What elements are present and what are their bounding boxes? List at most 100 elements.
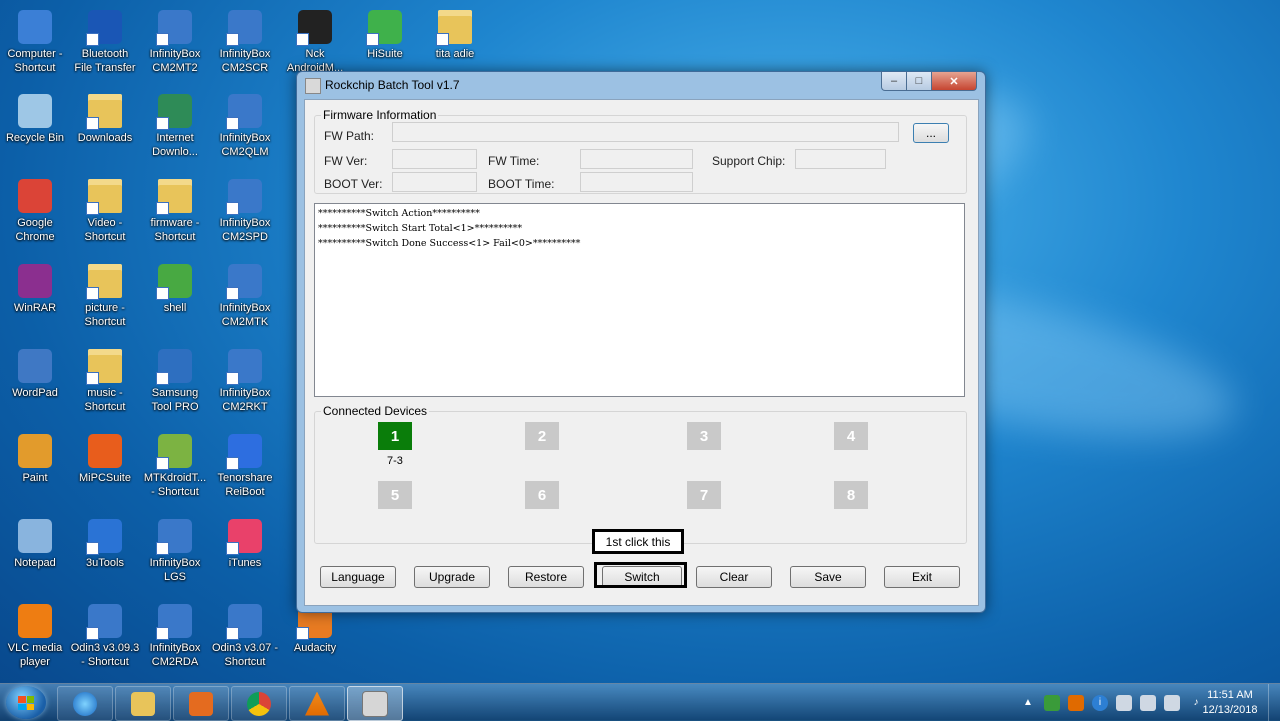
fw-path-field[interactable] — [392, 122, 899, 142]
desktop-icon-label: Odin3 v3.09.3 - Shortcut — [70, 642, 140, 668]
shell-icon — [156, 264, 192, 300]
restore-button[interactable]: Restore — [508, 566, 584, 588]
infinitybox-icon — [156, 604, 192, 640]
desktop-icon-label: music - Shortcut — [84, 387, 126, 413]
internet-explorer-icon[interactable] — [57, 686, 113, 721]
desktop-icon-label: InfinityBox CM2SCR — [219, 48, 271, 74]
desktop-icon[interactable]: InfinityBox CM2MTK — [210, 262, 280, 346]
vlc-icon[interactable] — [289, 686, 345, 721]
desktop-icon[interactable]: InfinityBox CM2RDA — [140, 602, 210, 686]
desktop-icon[interactable]: music - Shortcut — [70, 347, 140, 431]
folder-icon — [156, 179, 192, 215]
desktop-icon[interactable]: Notepad — [0, 517, 70, 601]
desktop-icon[interactable]: WordPad — [0, 347, 70, 431]
desktop-icon[interactable]: shell — [140, 262, 210, 346]
desktop-icon[interactable]: Computer - Shortcut — [0, 8, 70, 92]
device-slot-4: 4 — [834, 422, 868, 450]
vlc-tray-icon[interactable] — [1068, 694, 1084, 711]
vlc-icon — [18, 604, 52, 638]
desktop-icon-label: picture - Shortcut — [84, 302, 126, 328]
boot-time-field — [580, 172, 693, 192]
desktop-icon[interactable]: WinRAR — [0, 262, 70, 346]
desktop-icon-label: Video - Shortcut — [84, 217, 126, 243]
clear-button[interactable]: Clear — [696, 566, 772, 588]
show-hidden-icons-icon[interactable]: ▲ — [1020, 695, 1036, 711]
desktop-icon[interactable]: Video - Shortcut — [70, 177, 140, 261]
desktop-icon-label: Recycle Bin — [5, 132, 65, 144]
maximize-button[interactable]: □ — [906, 72, 932, 91]
desktop-icon-label: firmware - Shortcut — [150, 217, 200, 243]
desktop-icon-label: Computer - Shortcut — [7, 48, 63, 74]
desktop-icon[interactable]: Odin3 v3.09.3 - Shortcut — [70, 602, 140, 686]
desktop-icon[interactable]: Downloads — [70, 92, 140, 176]
desktop-icon[interactable]: firmware - Shortcut — [140, 177, 210, 261]
info-icon[interactable]: i — [1092, 694, 1108, 711]
rockchip-batch-tool-icon[interactable] — [347, 686, 403, 721]
title-bar[interactable]: Rockchip Batch Tool v1.7 – □ ✕ — [297, 72, 985, 98]
exit-button[interactable]: Exit — [884, 566, 960, 588]
odin-icon — [226, 604, 262, 640]
show-desktop-button[interactable] — [1268, 684, 1280, 721]
chrome-icon[interactable] — [231, 686, 287, 721]
desktop-icon-label: Samsung Tool PRO — [151, 387, 199, 413]
file-explorer-icon[interactable] — [115, 686, 171, 721]
media-player-icon[interactable] — [173, 686, 229, 721]
desktop-icon[interactable]: InfinityBox CM2SCR — [210, 8, 280, 92]
annotation-label: 1st click this — [592, 529, 684, 554]
desktop-icon[interactable]: Odin3 v3.07 - Shortcut — [210, 602, 280, 686]
desktop-icon[interactable]: picture - Shortcut — [70, 262, 140, 346]
desktop-icon[interactable]: Paint — [0, 432, 70, 516]
desktop-icon[interactable]: Bluetooth File Transfer — [70, 8, 140, 92]
save-button[interactable]: Save — [790, 566, 866, 588]
winrar-icon — [18, 264, 52, 298]
desktop-icon-label: Tenorshare ReiBoot — [217, 472, 273, 498]
browse-button[interactable]: ... — [913, 123, 949, 143]
desktop-icon[interactable]: MTKdroidT... - Shortcut — [140, 432, 210, 516]
fw-path-label: FW Path: — [324, 129, 375, 143]
clock[interactable]: 11:51 AM 12/13/2018 — [1198, 688, 1262, 718]
desktop-icon-label: WordPad — [12, 387, 58, 399]
action-center-icon[interactable] — [1044, 694, 1060, 711]
desktop-icon[interactable]: InfinityBox CM2SPD — [210, 177, 280, 261]
desktop-icon[interactable]: iTunes — [210, 517, 280, 601]
folder-icon — [86, 349, 122, 385]
desktop-icon[interactable]: Audacity — [280, 602, 350, 686]
folder-icon — [86, 94, 122, 130]
desktop-icon[interactable]: Samsung Tool PRO — [140, 347, 210, 431]
close-button[interactable]: ✕ — [931, 72, 977, 91]
desktop-icon[interactable]: InfinityBox CM2QLM — [210, 92, 280, 176]
notepad-icon — [18, 519, 52, 553]
device-slot-1: 1 — [378, 422, 412, 450]
desktop-icon[interactable]: InfinityBox CM2RKT — [210, 347, 280, 431]
minimize-button[interactable]: – — [881, 72, 907, 91]
desktop-icon[interactable]: Tenorshare ReiBoot — [210, 432, 280, 516]
folder-icon — [86, 264, 122, 300]
desktop-icon-label: Bluetooth File Transfer — [74, 48, 136, 74]
desktop-icon[interactable]: VLC media player — [0, 602, 70, 686]
desktop-icon[interactable]: Recycle Bin — [0, 92, 70, 176]
log-output[interactable]: **********Switch Action********** ******… — [314, 203, 965, 397]
log-line: **********Switch Done Success<1> Fail<0>… — [318, 238, 581, 249]
language-button[interactable]: Language — [320, 566, 396, 588]
desktop-icon-label: MiPCSuite — [79, 472, 131, 484]
start-button[interactable] — [6, 686, 46, 719]
android-icon — [156, 434, 192, 470]
fw-time-field — [580, 149, 693, 169]
desktop-icon-label: Notepad — [14, 557, 56, 569]
desktop-icon-label: InfinityBox CM2QLM — [219, 132, 271, 158]
desktop-icon[interactable]: InfinityBox LGS — [140, 517, 210, 601]
desktop-icon[interactable]: InfinityBox CM2MT2 — [140, 8, 210, 92]
desktop-icon-label: InfinityBox CM2SPD — [219, 217, 271, 243]
network-icon[interactable] — [1164, 694, 1180, 711]
desktop-icon-label: InfinityBox CM2RDA — [149, 642, 201, 668]
mipcsuite-icon — [88, 434, 122, 468]
network-error-icon[interactable] — [1116, 694, 1132, 711]
usb-device-icon[interactable] — [1140, 694, 1156, 711]
upgrade-button[interactable]: Upgrade — [414, 566, 490, 588]
desktop-icon[interactable]: Internet Downlo... — [140, 92, 210, 176]
desktop-icon[interactable]: Google Chrome — [0, 177, 70, 261]
computer-icon — [18, 10, 52, 44]
desktop-icon[interactable]: MiPCSuite — [70, 432, 140, 516]
reiboot-icon — [226, 434, 262, 470]
desktop-icon[interactable]: 3uTools — [70, 517, 140, 601]
